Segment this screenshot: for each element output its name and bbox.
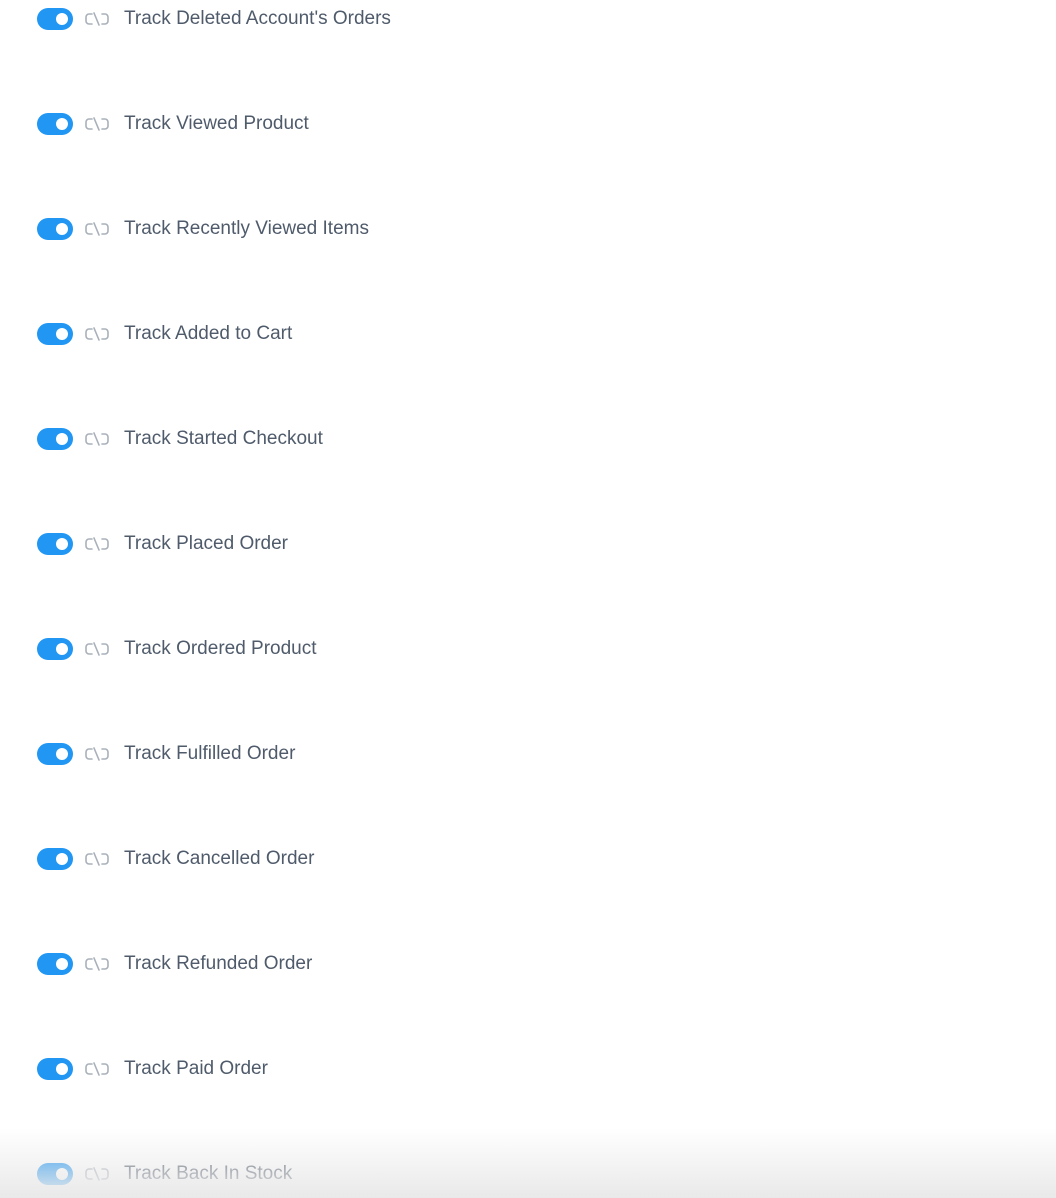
unlink-icon bbox=[85, 536, 109, 552]
setting-label: Track Viewed Product bbox=[124, 113, 309, 134]
setting-label: Track Recently Viewed Items bbox=[124, 218, 369, 239]
unlink-icon bbox=[85, 641, 109, 657]
enable-toggle[interactable] bbox=[37, 848, 73, 870]
enable-toggle[interactable] bbox=[37, 323, 73, 345]
toggle-knob bbox=[56, 433, 68, 445]
setting-row: Track Placed Order bbox=[37, 532, 288, 556]
toggle-knob bbox=[56, 748, 68, 760]
setting-label: Track Fulfilled Order bbox=[124, 743, 296, 764]
unlink-icon bbox=[85, 116, 109, 132]
enable-toggle[interactable] bbox=[37, 1058, 73, 1080]
setting-label: Track Started Checkout bbox=[124, 428, 323, 449]
toggle-knob bbox=[56, 1063, 68, 1075]
unlink-icon bbox=[85, 431, 109, 447]
enable-toggle[interactable] bbox=[37, 638, 73, 660]
setting-row: Track Started Checkout bbox=[37, 427, 323, 451]
setting-row: Track Fulfilled Order bbox=[37, 742, 295, 766]
enable-toggle[interactable] bbox=[37, 428, 73, 450]
unlink-icon bbox=[85, 1166, 109, 1182]
toggle-knob bbox=[56, 328, 68, 340]
setting-label: Track Added to Cart bbox=[124, 323, 293, 344]
enable-toggle[interactable] bbox=[37, 218, 73, 240]
unlink-icon bbox=[85, 326, 109, 342]
setting-label: Track Paid Order bbox=[124, 1058, 268, 1079]
toggle-knob bbox=[56, 118, 68, 130]
setting-row: Track Added to Cart bbox=[37, 322, 292, 346]
setting-row: Track Cancelled Order bbox=[37, 847, 314, 871]
setting-row: Track Refunded Order bbox=[37, 952, 312, 976]
toggle-knob bbox=[56, 643, 68, 655]
setting-label: Track Cancelled Order bbox=[124, 848, 315, 869]
enable-toggle[interactable] bbox=[37, 113, 73, 135]
setting-label: Track Back In Stock bbox=[124, 1163, 293, 1184]
toggle-knob bbox=[56, 13, 68, 25]
unlink-icon bbox=[85, 1061, 109, 1077]
unlink-icon bbox=[85, 851, 109, 867]
toggle-knob bbox=[56, 538, 68, 550]
toggle-knob bbox=[56, 853, 68, 865]
setting-row: Track Recently Viewed Items bbox=[37, 217, 369, 241]
setting-label: Track Refunded Order bbox=[124, 953, 313, 974]
setting-row: Track Deleted Account's Orders bbox=[37, 7, 391, 31]
unlink-icon bbox=[85, 11, 109, 27]
setting-row: Track Viewed Product bbox=[37, 112, 309, 136]
setting-row: Track Paid Order bbox=[37, 1057, 268, 1081]
enable-toggle[interactable] bbox=[37, 8, 73, 30]
setting-label: Track Placed Order bbox=[124, 533, 289, 554]
setting-row: Track Ordered Product bbox=[37, 637, 317, 661]
enable-toggle[interactable] bbox=[37, 533, 73, 555]
enable-toggle[interactable] bbox=[37, 1163, 73, 1185]
toggle-knob bbox=[56, 1168, 68, 1180]
unlink-icon bbox=[85, 221, 109, 237]
toggle-knob bbox=[56, 958, 68, 970]
enable-toggle[interactable] bbox=[37, 743, 73, 765]
unlink-icon bbox=[85, 956, 109, 972]
enable-toggle[interactable] bbox=[37, 953, 73, 975]
setting-row: Track Back In Stock bbox=[37, 1162, 292, 1186]
setting-label: Track Deleted Account's Orders bbox=[124, 8, 391, 29]
toggle-knob bbox=[56, 223, 68, 235]
unlink-icon bbox=[85, 746, 109, 762]
setting-label: Track Ordered Product bbox=[124, 638, 317, 659]
